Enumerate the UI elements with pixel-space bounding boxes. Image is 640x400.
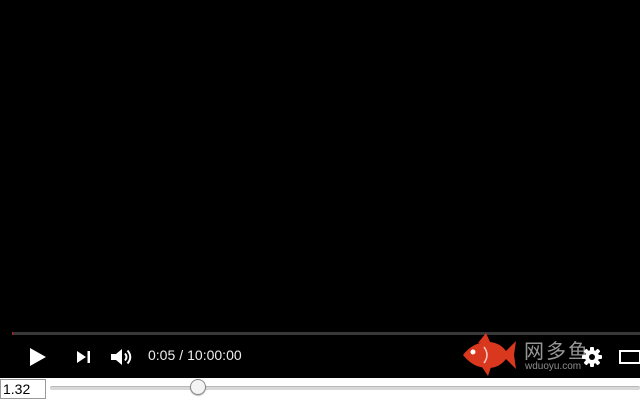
time-display: 0:05/10:00:00 — [148, 346, 242, 364]
settings-button[interactable] — [578, 343, 606, 371]
next-icon — [77, 351, 90, 363]
speed-slider-track[interactable] — [50, 386, 640, 390]
video-area[interactable] — [0, 0, 640, 332]
volume-icon — [111, 349, 132, 365]
watermark-subtitle: wduoyu.com — [525, 361, 582, 372]
time-separator: / — [179, 347, 184, 363]
duration: 10:00:00 — [187, 347, 242, 363]
current-time: 0:05 — [148, 347, 176, 363]
fish-logo-icon — [463, 333, 516, 376]
gear-icon — [582, 347, 602, 367]
speed-slider-thumb[interactable] — [190, 379, 206, 395]
play-icon — [30, 348, 46, 366]
next-button[interactable] — [70, 343, 98, 371]
video-player: 0:05/10:00:00 网多鱼 wduoyu.com — [0, 0, 640, 378]
theater-mode-button[interactable] — [616, 343, 640, 371]
speed-input[interactable] — [0, 379, 46, 399]
progress-bar-fill — [12, 332, 13, 335]
play-button[interactable] — [24, 343, 52, 371]
theater-mode-icon — [619, 350, 640, 364]
volume-button[interactable] — [106, 343, 138, 371]
